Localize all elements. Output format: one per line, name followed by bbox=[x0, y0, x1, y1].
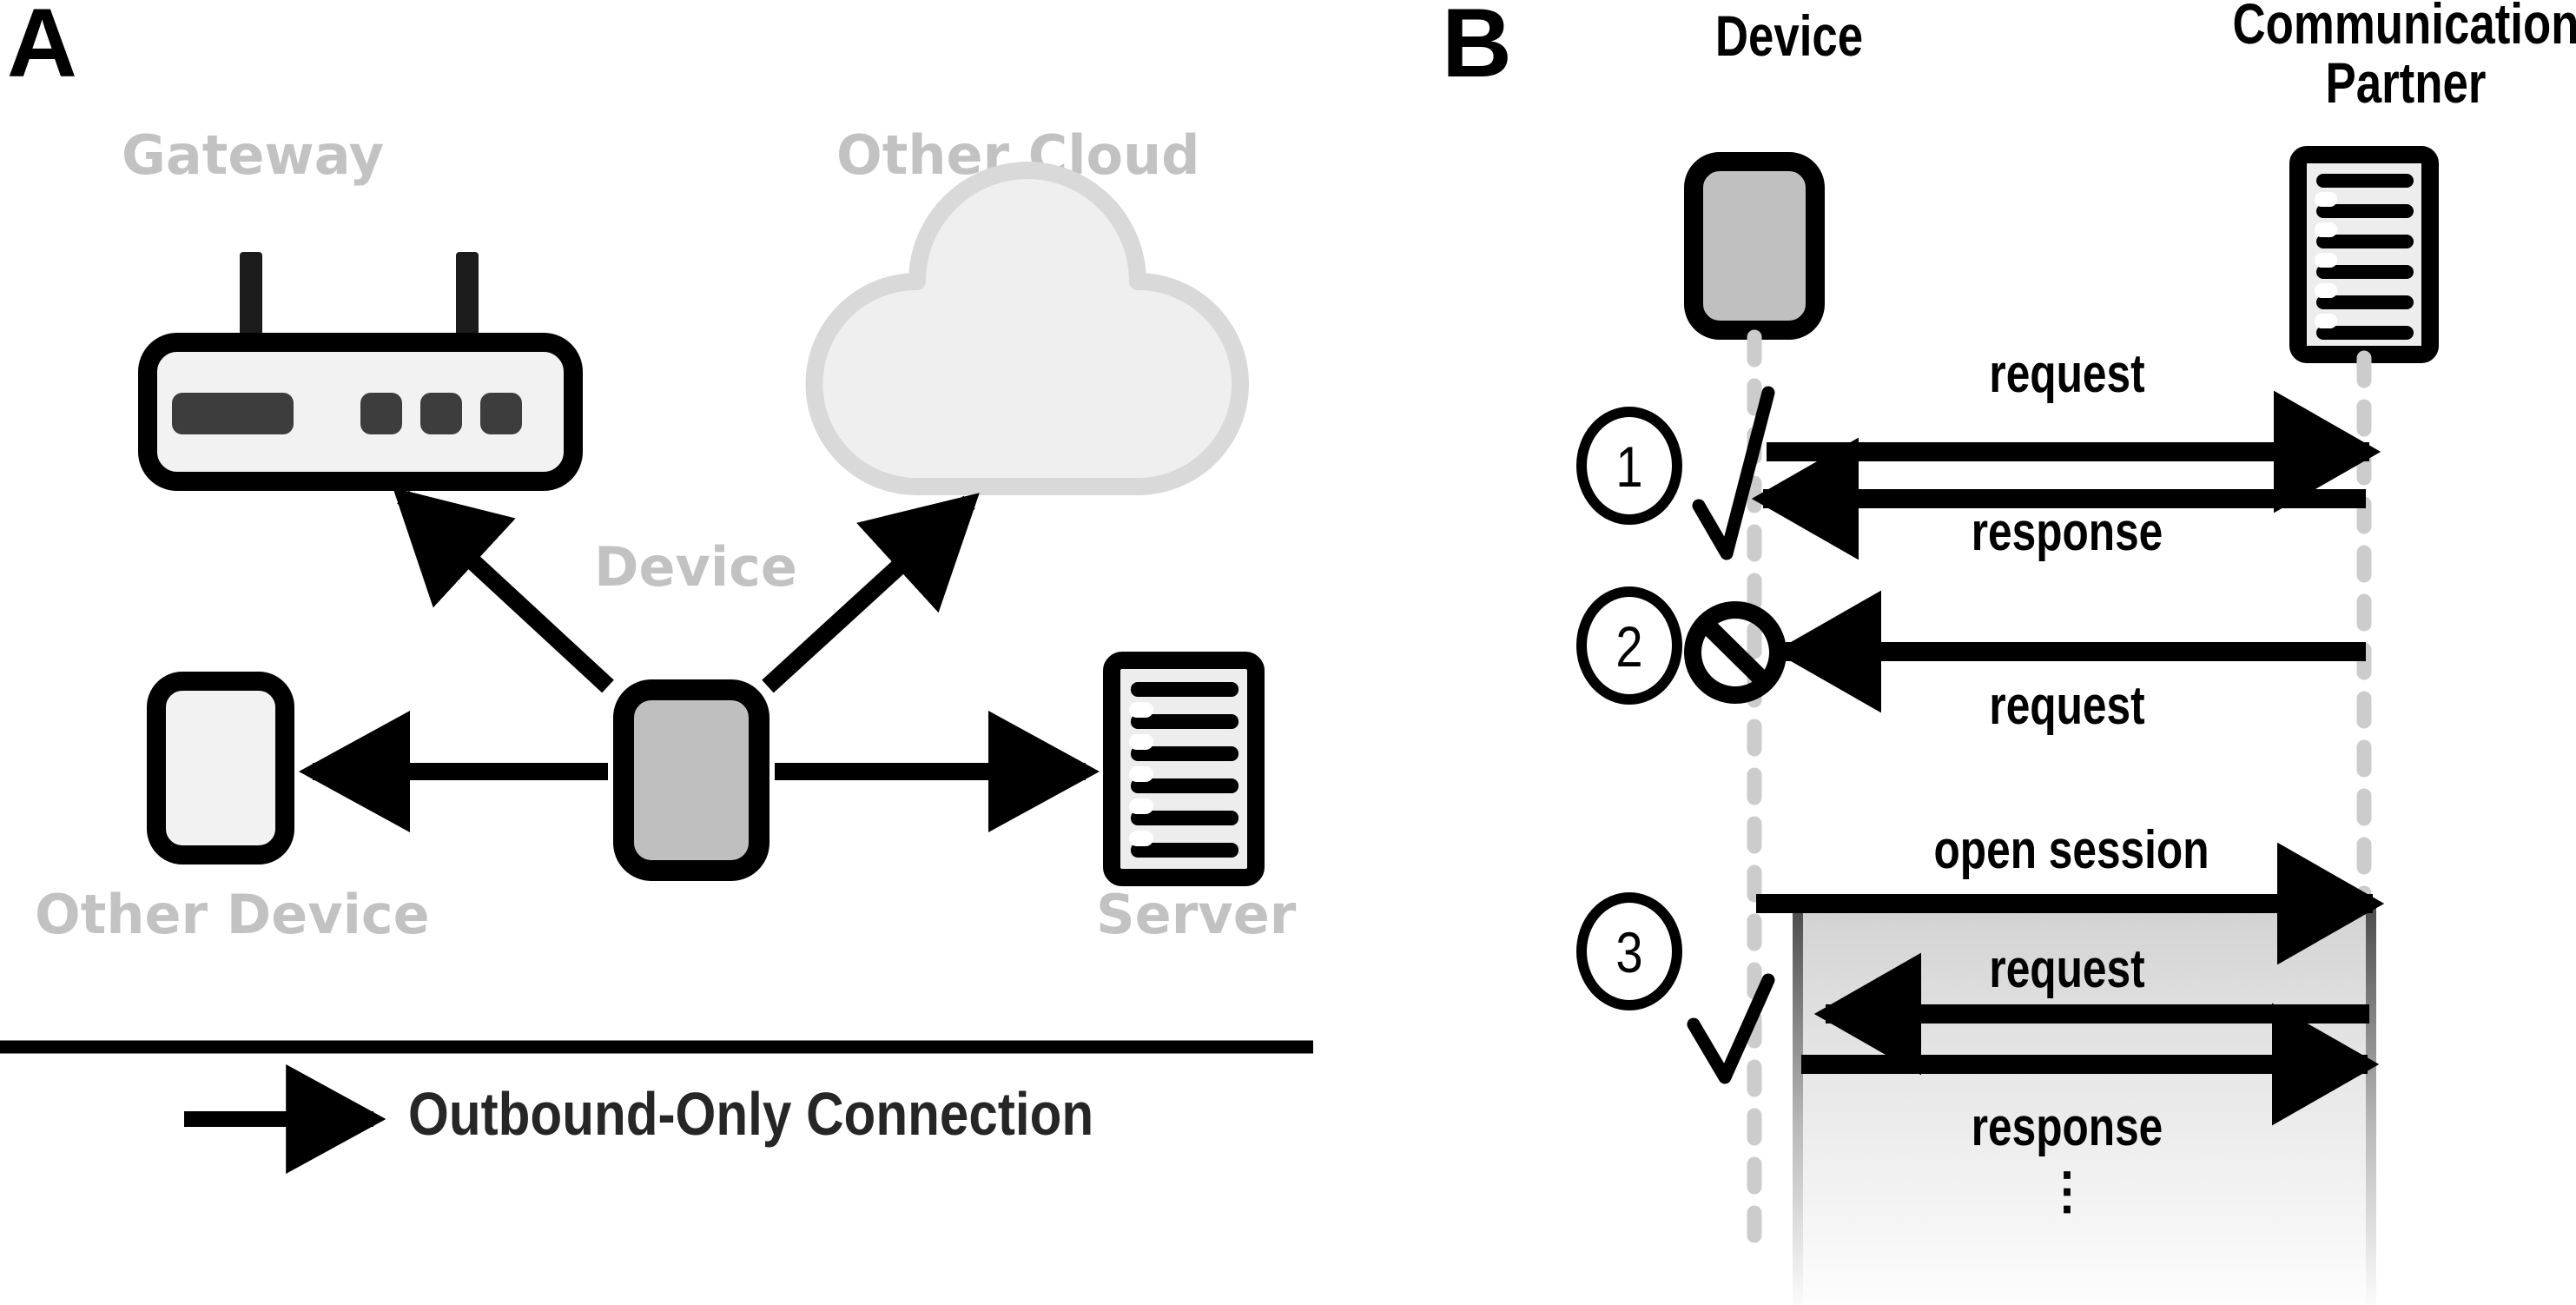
other-device-icon bbox=[147, 672, 294, 864]
figure-root: A Gateway Other Cloud Device Other Devic… bbox=[0, 0, 2576, 1305]
step-3-continuation: ⋮ bbox=[2042, 1163, 2092, 1219]
device-icon bbox=[613, 679, 769, 881]
step-2-message-1-label: request bbox=[1989, 676, 2145, 736]
step-3-message-2-label: request bbox=[1989, 939, 2145, 999]
blocked-icon bbox=[1684, 601, 1787, 704]
server-icon bbox=[2289, 146, 2439, 363]
panel-a-graphics bbox=[0, 162, 1313, 1174]
router-icon bbox=[138, 252, 583, 491]
step-1-message-2-label: response bbox=[1971, 502, 2163, 562]
legend-label: Outbound-Only Connection bbox=[408, 1080, 1094, 1148]
step-1-number: 1 bbox=[1615, 434, 1643, 499]
step-3-message-3-label: response bbox=[1971, 1097, 2163, 1157]
server-icon bbox=[1103, 652, 1265, 886]
connection-device-other-cloud bbox=[762, 493, 980, 693]
device-icon bbox=[1684, 152, 1825, 340]
step-3-message-1-label: open session bbox=[1933, 820, 2209, 880]
cloud-icon bbox=[805, 162, 1249, 495]
connection-device-gateway bbox=[393, 487, 614, 693]
step-2-number: 2 bbox=[1615, 614, 1643, 679]
step-3-number: 3 bbox=[1615, 920, 1643, 984]
step-1-message-1-label: request bbox=[1989, 344, 2145, 404]
